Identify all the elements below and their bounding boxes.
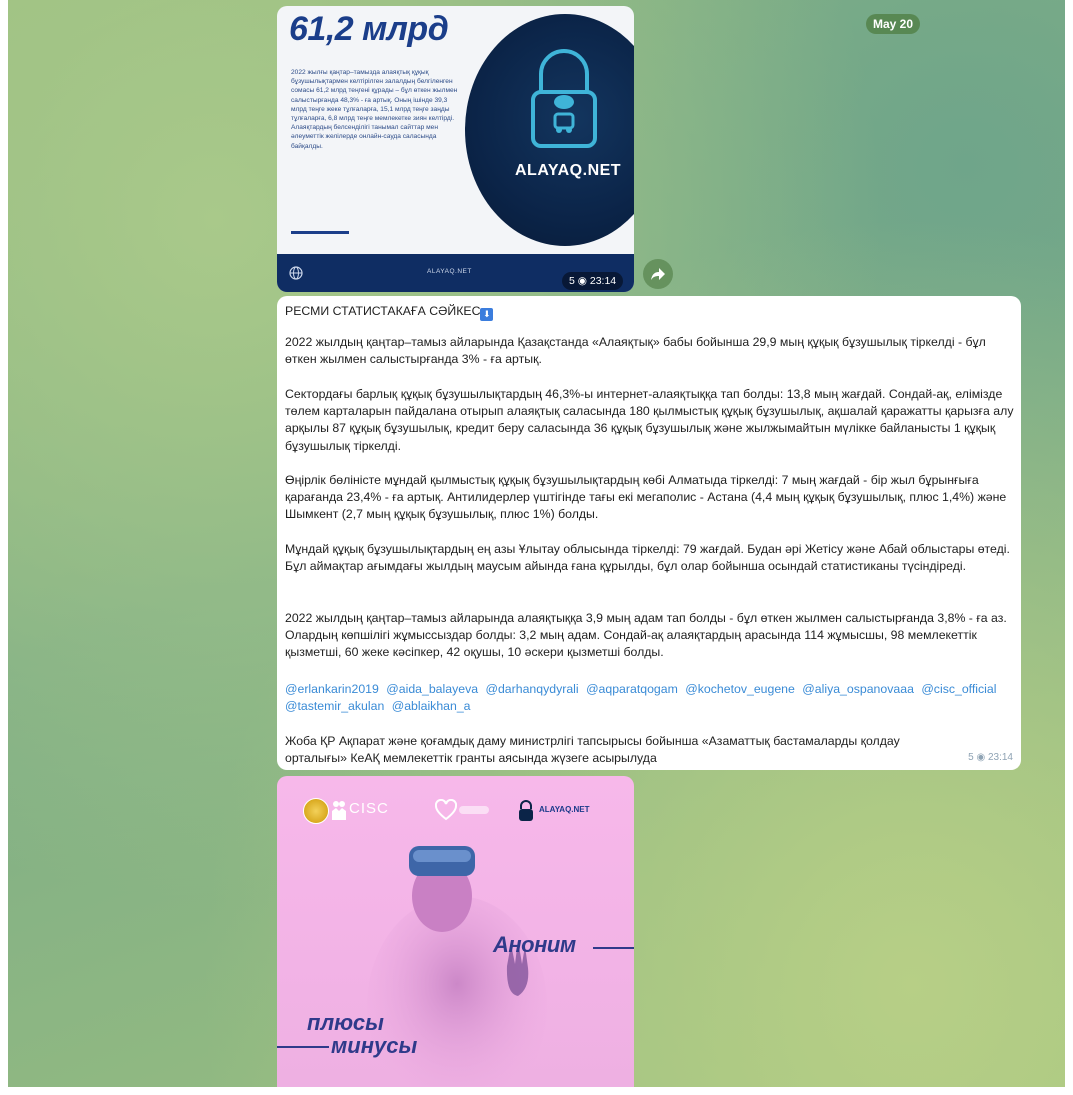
mentions: @erlankarin2019 @aida_balayeva @darhanqy…: [285, 681, 1015, 715]
pluses-heading: плюсы: [307, 1010, 384, 1035]
mention-link[interactable]: @aida_balayeva: [386, 682, 478, 696]
header-text: РЕСМИ СТАТИСТАКАҒА СӘЙКЕС: [285, 304, 481, 318]
mention-link[interactable]: @ablaikhan_a: [392, 699, 471, 713]
post-meta: 5 ◉ 23:14: [562, 272, 624, 290]
minuses-heading: минусы: [331, 1033, 418, 1058]
anon-heading: Аноним: [493, 932, 576, 957]
window-frame-right: [1065, 0, 1073, 1095]
post-time: 23:14: [987, 752, 1013, 763]
mention-link[interactable]: @kochetov_eugene: [685, 682, 795, 696]
mention-link[interactable]: @aliya_ospanovaaa: [802, 682, 914, 696]
view-count: 5: [968, 752, 974, 763]
paragraph-6: Жоба ҚР Ақпарат және қоғамдық даму минис…: [285, 734, 900, 766]
down-arrow-emoji-icon: ⬇: [480, 308, 494, 321]
globe-icon: [289, 266, 303, 280]
paragraph-4: Мұндай құқық бұзушылықтардың ең азы Ұлыт…: [285, 542, 1010, 574]
paragraph-1: 2022 жылдың қаңтар–тамыз айларында Қазақ…: [285, 335, 986, 367]
logo-placeholder: [459, 806, 489, 814]
paragraph-5: 2022 жылдың қаңтар–тамыз айларында алаяқ…: [285, 611, 1007, 660]
eye-icon: ◉: [976, 752, 986, 763]
mention-link[interactable]: @tastemir_akulan: [285, 699, 384, 713]
paragraph-3: Өңірлік бөліністе мұндай қылмыстық құқық…: [285, 473, 1007, 522]
message-header: РЕСМИ СТАТИСТАКАҒА СӘЙКЕС ⬇: [285, 303, 494, 321]
logos-row: CISC ALAYAQ.NET: [303, 798, 623, 824]
infographic-brand: ALAYAQ.NET: [515, 162, 622, 179]
paragraph-2: Сектордағы барлық құқық бұзушылықтардың …: [285, 387, 1014, 453]
image-post-anonymity[interactable]: CISC ALAYAQ.NET Аноним плюсы минусы: [277, 776, 634, 1087]
lock-icon: [519, 800, 533, 821]
anon-underline: [593, 947, 634, 949]
image-post-infographic[interactable]: 61,2 млрд 2022 жылғы қаңтар–тамызда алая…: [277, 6, 634, 292]
post-time: 23:14: [589, 275, 617, 287]
lock-icon: [531, 49, 597, 148]
mention-link[interactable]: @aqparatqogam: [586, 682, 678, 696]
forward-arrow-icon: [651, 268, 665, 280]
cisc-logo-text: CISC: [349, 800, 389, 817]
mention-link[interactable]: @cisc_official: [921, 682, 996, 696]
alayaq-brand: ALAYAQ.NET: [539, 805, 590, 814]
infographic-divider: [291, 231, 349, 234]
mention-link[interactable]: @erlankarin2019: [285, 682, 379, 696]
share-button[interactable]: [643, 259, 673, 289]
view-count: 5: [569, 275, 575, 287]
people-logo-icon: [332, 801, 346, 820]
footer-brand: ALAYAQ.NET: [427, 268, 472, 275]
mention-link[interactable]: @darhanqydyrali: [485, 682, 578, 696]
window-frame-bottom: [0, 1087, 1073, 1095]
message-meta: 5 ◉ 23:14: [968, 749, 1013, 766]
state-emblem-icon: [303, 798, 329, 824]
window-frame-left: [0, 0, 8, 1095]
date-badge[interactable]: May 20: [866, 14, 920, 34]
eye-icon: ◉: [577, 275, 587, 287]
heart-logo-icon: [435, 799, 457, 821]
infographic-title: 61,2 млрд: [289, 10, 449, 48]
infographic-body: 2022 жылғы қаңтар–тамызда алаяқтық құқық…: [291, 69, 458, 150]
minus-underline: [277, 1046, 329, 1048]
text-message[interactable]: РЕСМИ СТАТИСТАКАҒА СӘЙКЕС ⬇ 2022 жылдың қ…: [277, 296, 1021, 770]
